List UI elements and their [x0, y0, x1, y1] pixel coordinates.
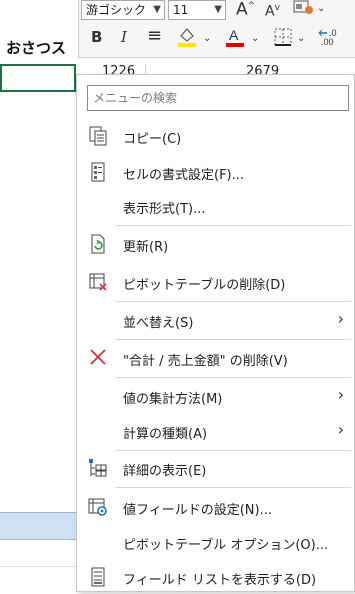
fill-color-icon[interactable]	[177, 26, 197, 52]
chevron-down-icon[interactable]: ⌄	[203, 30, 211, 48]
align-center-button[interactable]: ≡	[147, 27, 162, 45]
menu-item-copy[interactable]: コピー(C)	[77, 119, 355, 153]
menu-separator	[115, 225, 351, 226]
format-cells-icon	[87, 162, 109, 182]
chevron-down-icon[interactable]: ⌄	[297, 30, 305, 48]
menu-item-summarize-by[interactable]: 値の集計方法(M) ›	[77, 379, 355, 413]
chevron-right-icon: ›	[337, 420, 344, 439]
chevron-right-icon: ›	[337, 385, 344, 404]
font-name-value: 游ゴシック	[86, 3, 147, 17]
menu-item-number-format[interactable]: 表示形式(T)...	[77, 189, 355, 223]
font-color-icon[interactable]: A	[225, 26, 245, 52]
menu-item-refresh[interactable]: 更新(R)	[77, 227, 355, 261]
menu-separator	[115, 339, 351, 340]
shrink-font-icon[interactable]: Av	[265, 0, 280, 21]
menu-separator	[115, 377, 351, 378]
menu-item-label: 表示形式(T)...	[123, 202, 206, 217]
copy-icon	[87, 126, 109, 146]
mini-toolbar: 游ゴシック ▼ 11 ▼ A^ Av ⌄ B I ≡ ⌄ A ⌄ ⌄ .00.0	[78, 0, 355, 58]
menu-separator	[115, 301, 351, 302]
grow-font-icon[interactable]: A^	[236, 0, 255, 19]
menu-search-input[interactable]: メニューの検索	[87, 85, 349, 111]
delete-pivot-icon	[87, 272, 109, 292]
menu-item-label: 値フィールドの設定(N)...	[123, 503, 273, 518]
svg-text:.00: .00	[321, 37, 334, 47]
chevron-right-icon: ›	[337, 309, 344, 328]
menu-separator	[115, 487, 351, 488]
menu-item-label: ピボットテーブルの削除(D)	[123, 278, 286, 293]
chevron-down-icon[interactable]: ▼	[153, 1, 161, 19]
menu-item-sort[interactable]: 並べ替え(S) ›	[77, 303, 355, 337]
row-gridline	[0, 566, 76, 567]
italic-button[interactable]: I	[121, 28, 127, 46]
menu-item-label: 計算の種類(A)	[123, 427, 208, 442]
font-size-combo[interactable]: 11 ▼	[168, 0, 226, 20]
chevron-down-icon[interactable]: ⌄	[317, 0, 325, 18]
bold-button[interactable]: B	[91, 28, 102, 46]
menu-item-pivot-options[interactable]: ピボットテーブル オプション(O)...	[77, 525, 355, 559]
menu-item-label: フィールド リストを表示する(D)	[123, 573, 317, 588]
menu-item-label: ピボットテーブル オプション(O)...	[123, 538, 329, 553]
menu-item-label: 値の集計方法(M)	[123, 392, 223, 407]
sheet-title-cell[interactable]: おさつス	[6, 37, 66, 58]
context-menu: メニューの検索 コピー(C) セルの書式設定(F)... 表示形式(T)... …	[76, 74, 355, 592]
menu-item-delete-pivot[interactable]: ピボットテーブルの削除(D)	[77, 265, 355, 299]
menu-item-label: 更新(R)	[123, 240, 169, 255]
highlighted-row[interactable]	[0, 512, 76, 540]
field-settings-icon	[87, 497, 109, 517]
font-name-combo[interactable]: 游ゴシック ▼	[81, 0, 165, 20]
increase-decimal-icon[interactable]: .00.0	[317, 27, 341, 51]
borders-icon[interactable]	[273, 27, 293, 51]
menu-item-format-cells[interactable]: セルの書式設定(F)...	[77, 155, 355, 189]
menu-item-label: セルの書式設定(F)...	[123, 168, 245, 183]
menu-item-show-values-as[interactable]: 計算の種類(A) ›	[77, 414, 355, 448]
menu-item-label: 詳細の表示(E)	[123, 464, 207, 479]
refresh-icon	[87, 234, 109, 254]
svg-text:A: A	[229, 27, 239, 43]
menu-item-label: "合計 / 売上金額" の削除(V)	[123, 354, 288, 369]
remove-field-icon	[87, 348, 109, 368]
show-details-icon	[87, 458, 109, 478]
menu-item-show-details[interactable]: 詳細の表示(E)	[77, 451, 355, 485]
chevron-down-icon[interactable]: ⌄	[251, 30, 259, 48]
menu-item-remove-field[interactable]: "合計 / 売上金額" の削除(V)	[77, 341, 355, 375]
chevron-down-icon[interactable]: ▼	[214, 1, 222, 19]
field-list-icon	[87, 567, 109, 587]
menu-item-show-field-list[interactable]: フィールド リストを表示する(D)	[77, 560, 355, 594]
number-format-icon[interactable]	[293, 0, 313, 20]
menu-item-value-field-settings[interactable]: 値フィールドの設定(N)...	[77, 490, 355, 524]
menu-item-label: コピー(C)	[123, 132, 182, 147]
selected-cell[interactable]	[0, 64, 76, 92]
svg-text:.0: .0	[329, 28, 337, 38]
menu-item-label: 並べ替え(S)	[123, 316, 194, 331]
font-size-value: 11	[173, 3, 189, 17]
